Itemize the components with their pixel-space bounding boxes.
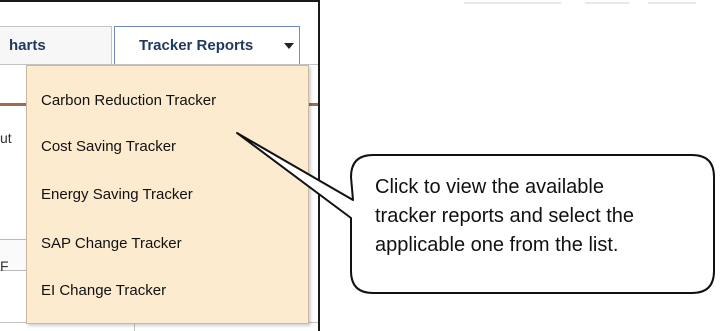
callout-text: Click to view the available tracker repo… (375, 173, 715, 260)
callout-line: applicable one from the list. (375, 234, 619, 256)
callout-line: tracker reports and select the (375, 205, 635, 227)
callout-bubble (236, 132, 715, 294)
callout-line: Click to view the available (375, 176, 604, 198)
